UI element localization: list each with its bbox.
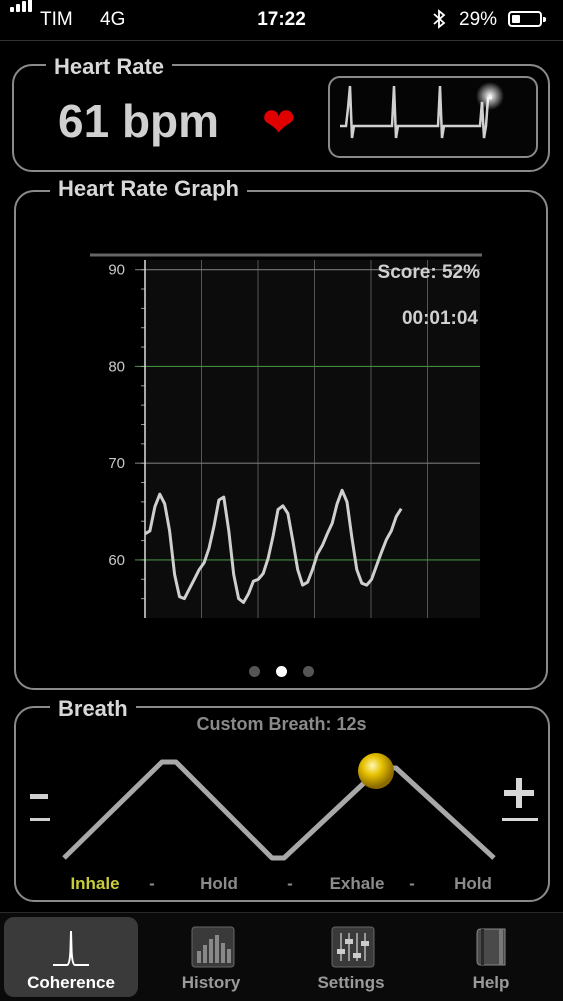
status-bar: TIM 4G 17:22 29% <box>0 0 563 40</box>
tab-label: History <box>181 973 241 992</box>
tab-coherence[interactable]: Coherence <box>4 917 138 997</box>
custom-breath-label: Custom Breath: 12s <box>196 714 367 734</box>
pulse-icon <box>53 930 89 966</box>
tab-label: Coherence <box>27 973 115 992</box>
phase-separator: - <box>409 874 415 893</box>
y-tick-label: 60 <box>108 552 125 569</box>
page-dot-2[interactable] <box>276 666 287 677</box>
y-tick-label: 70 <box>108 455 125 472</box>
page-dot-1[interactable] <box>249 666 260 677</box>
tab-history[interactable]: History <box>144 917 278 997</box>
breath-ball <box>358 753 394 789</box>
ecg-display <box>328 76 538 158</box>
phase-hold: Hold <box>454 874 492 893</box>
phase-inhale: Inhale <box>70 874 120 893</box>
heart-rate-title: Heart Rate <box>46 54 173 80</box>
tab-bar: Coherence History Settings Help <box>0 912 563 1001</box>
bpm-value: 61 bpm <box>58 95 220 147</box>
battery-icon <box>508 11 546 27</box>
heart-icon: ❤ <box>262 101 296 145</box>
phase-separator: - <box>149 874 155 893</box>
score-readout: Score: 52% <box>377 262 480 283</box>
book-icon <box>476 928 506 966</box>
heart-rate-chart: 90 80 70 60 <box>90 250 482 630</box>
ecg-waveform-icon <box>340 82 504 139</box>
tab-settings[interactable]: Settings <box>284 917 418 997</box>
session-timer: 00:01:04 <box>401 308 478 329</box>
breath-wave <box>62 753 496 861</box>
tab-help[interactable]: Help <box>424 917 558 997</box>
battery-percent: 29% <box>459 9 498 30</box>
graph-title: Heart Rate Graph <box>50 176 247 202</box>
decrease-breath-button[interactable] <box>28 780 52 830</box>
y-tick-label: 80 <box>108 358 125 375</box>
tab-label: Settings <box>317 973 385 992</box>
tab-label: Help <box>472 973 510 992</box>
page-dot-3[interactable] <box>303 666 314 677</box>
phase-exhale: Exhale <box>329 874 385 893</box>
bars-icon <box>191 926 235 968</box>
bluetooth-icon <box>433 9 446 29</box>
divider <box>0 40 563 41</box>
phase-hold: Hold <box>200 874 238 893</box>
y-tick-label: 90 <box>108 262 125 279</box>
sliders-icon <box>331 926 375 968</box>
phase-separator: - <box>287 874 293 893</box>
page-indicator[interactable] <box>0 664 563 677</box>
increase-breath-button[interactable] <box>500 778 540 828</box>
